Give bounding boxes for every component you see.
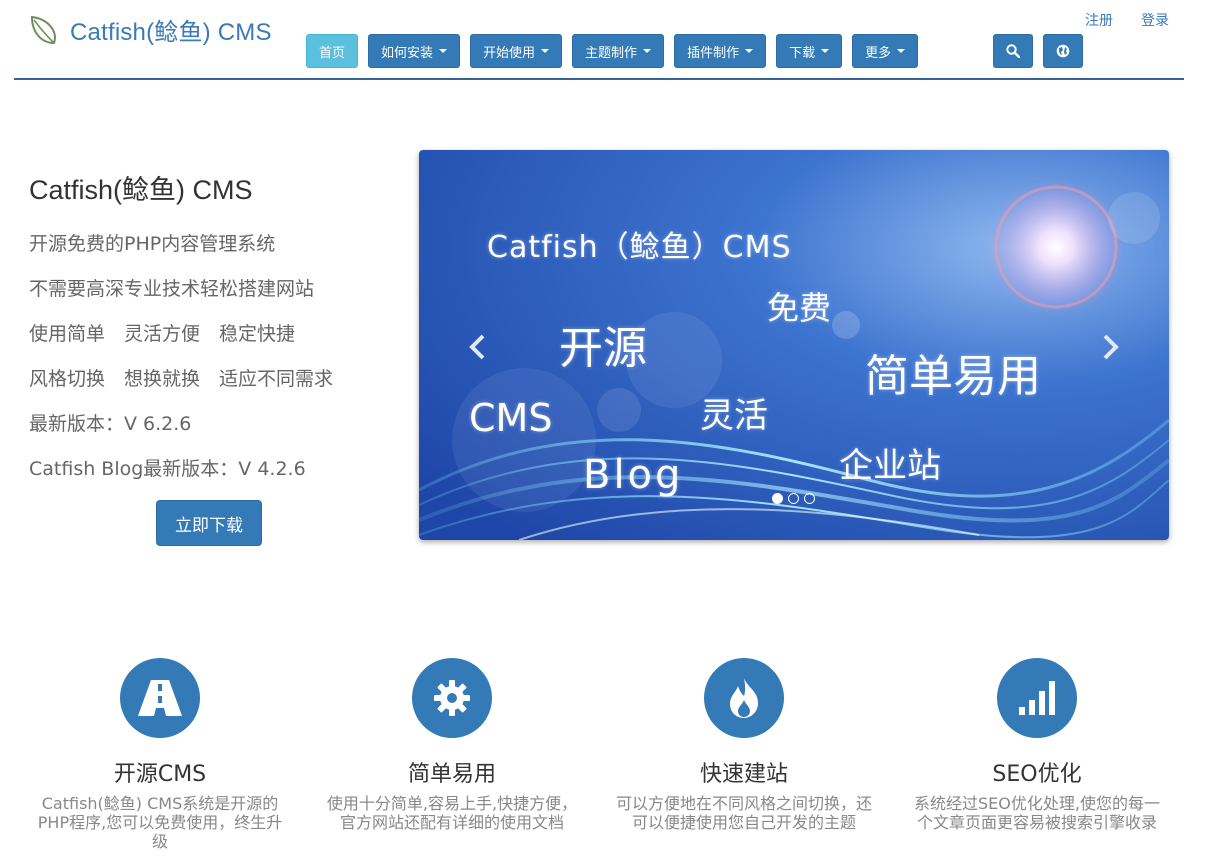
hero-line: 开源免费的PHP内容管理系统 bbox=[29, 233, 276, 255]
header-divider bbox=[14, 78, 1184, 80]
nav-home[interactable]: 首页 bbox=[306, 34, 359, 68]
nav-plugin-dev[interactable]: 插件制作 bbox=[674, 34, 767, 68]
hero-line-version: 最新版本：V 6.2.6 bbox=[29, 413, 192, 435]
carousel-enterprise-text: 企业站 bbox=[839, 446, 941, 486]
carousel-cms-text: CMS bbox=[469, 396, 553, 440]
hero-carousel[interactable]: Catfish（鲶鱼）CMS 免费 开源 简单易用 CMS 灵活 企业站 Blo… bbox=[419, 150, 1169, 540]
download-now-button[interactable]: 立即下载 bbox=[156, 500, 262, 546]
caret-down-icon bbox=[541, 49, 550, 53]
chevron-right-icon[interactable] bbox=[1094, 332, 1124, 362]
site-header: Catfish(鲶鱼) CMS 注册 登录 首页 如何安装 开始使用 主题制作 … bbox=[0, 0, 1209, 82]
feature-title: SEO优化 bbox=[992, 762, 1082, 787]
carousel-background bbox=[419, 150, 1169, 540]
hero-line: 风格切换 想换就换 适应不同需求 bbox=[29, 368, 334, 390]
globe-icon bbox=[1056, 44, 1070, 58]
nav-download[interactable]: 下载 bbox=[776, 34, 843, 68]
site-logo[interactable]: Catfish(鲶鱼) CMS bbox=[28, 12, 272, 47]
register-link[interactable]: 注册 bbox=[1085, 10, 1113, 30]
hero-title: Catfish(鲶鱼) CMS bbox=[29, 175, 253, 205]
carousel-indicators bbox=[772, 493, 815, 504]
carousel-title-text: Catfish（鲶鱼）CMS bbox=[487, 230, 792, 265]
nav-more-label: 更多 bbox=[865, 45, 892, 61]
feature-title: 开源CMS bbox=[113, 762, 207, 787]
hero-line: 使用简单 灵活方便 稳定快捷 bbox=[29, 323, 296, 345]
signal-icon bbox=[1019, 681, 1055, 715]
nav-install[interactable]: 如何安装 bbox=[368, 34, 461, 68]
login-link[interactable]: 登录 bbox=[1141, 10, 1169, 30]
feature-description: 使用十分简单,容易上手,快捷方便，官方网站还配有详细的使用文档 bbox=[326, 794, 578, 832]
hero-line-blog-version: Catfish Blog最新版本：V 4.2.6 bbox=[29, 458, 306, 480]
caret-down-icon bbox=[745, 49, 754, 53]
nav-more[interactable]: 更多 bbox=[852, 34, 919, 68]
account-links: 注册 登录 bbox=[1085, 10, 1169, 30]
search-icon bbox=[1006, 44, 1020, 58]
carousel-dot-1[interactable] bbox=[772, 493, 783, 504]
feature-title: 快速建站 bbox=[699, 762, 788, 787]
carousel-flexible-text: 灵活 bbox=[700, 396, 768, 436]
language-button[interactable] bbox=[1043, 34, 1083, 68]
nav-install-label: 如何安装 bbox=[381, 45, 434, 61]
main-nav: 首页 如何安装 开始使用 主题制作 插件制作 下载 更多 bbox=[306, 34, 919, 68]
nav-theme-dev-label: 主题制作 bbox=[585, 45, 638, 61]
nav-plugin-dev-label: 插件制作 bbox=[687, 45, 740, 61]
caret-down-icon bbox=[821, 49, 830, 53]
search-button[interactable] bbox=[993, 34, 1033, 68]
carousel-free-text: 免费 bbox=[767, 289, 832, 327]
nav-theme-dev[interactable]: 主题制作 bbox=[572, 34, 665, 68]
caret-down-icon bbox=[897, 49, 906, 53]
fire-icon bbox=[730, 678, 758, 718]
feature-description: 系统经过SEO优化处理,使您的每一个文章页面更容易被搜索引擎收录 bbox=[914, 794, 1160, 832]
feature-fast-build: 快速建站 可以方便地在不同风格之间切换，还可以便捷使用您自己开发的主题 bbox=[609, 658, 879, 832]
feature-icon-circle bbox=[704, 658, 784, 738]
caret-down-icon bbox=[439, 49, 448, 53]
header-icon-buttons bbox=[993, 34, 1083, 68]
feature-seo: SEO优化 系统经过SEO优化处理,使您的每一个文章页面更容易被搜索引擎收录 bbox=[902, 658, 1172, 832]
feature-easy-to-use: 简单易用 使用十分简单,容易上手,快捷方便，官方网站还配有详细的使用文档 bbox=[317, 658, 587, 832]
road-icon bbox=[138, 680, 182, 716]
carousel-dot-2[interactable] bbox=[788, 493, 799, 504]
feature-icon-circle bbox=[412, 658, 492, 738]
hero-description: 开源免费的PHP内容管理系统 不需要高深专业技术轻松搭建网站 使用简单 灵活方便… bbox=[29, 230, 333, 500]
nav-home-label: 首页 bbox=[319, 45, 346, 61]
feature-title: 简单易用 bbox=[407, 762, 496, 787]
feature-icon-circle bbox=[120, 658, 200, 738]
hero-line: 不需要高深专业技术轻松搭建网站 bbox=[29, 278, 315, 300]
leaf-logo-icon bbox=[30, 15, 56, 44]
site-name: Catfish(鲶鱼) CMS bbox=[70, 19, 272, 46]
feature-description: 可以方便地在不同风格之间切换，还可以便捷使用您自己开发的主题 bbox=[615, 794, 872, 832]
carousel-open-source-text: 开源 bbox=[559, 323, 647, 374]
feature-open-source: 开源CMS Catfish(鲶鱼) CMS系统是开源的PHP程序,您可以免费使用… bbox=[25, 658, 295, 851]
carousel-simple-text: 简单易用 bbox=[865, 351, 1041, 402]
nav-getting-started[interactable]: 开始使用 bbox=[470, 34, 563, 68]
nav-download-label: 下载 bbox=[789, 45, 816, 61]
nav-getting-started-label: 开始使用 bbox=[483, 45, 536, 61]
carousel-blog-text: Blog bbox=[583, 452, 684, 498]
caret-down-icon bbox=[643, 49, 652, 53]
feature-icon-circle bbox=[997, 658, 1077, 738]
feature-description: Catfish(鲶鱼) CMS系统是开源的PHP程序,您可以免费使用，终生升级 bbox=[37, 794, 283, 851]
gear-icon bbox=[434, 680, 470, 716]
carousel-dot-3[interactable] bbox=[804, 493, 815, 504]
chevron-left-icon[interactable] bbox=[464, 332, 494, 362]
